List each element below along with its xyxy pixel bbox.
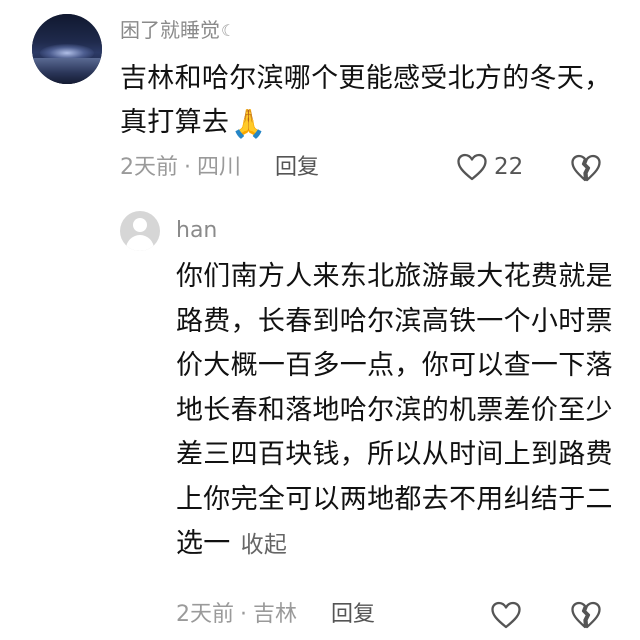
reply-reply-button[interactable]: 回复: [331, 602, 375, 627]
like-count: 22: [494, 154, 524, 180]
like-button[interactable]: 22: [456, 152, 523, 182]
comment-time: 2天前: [120, 155, 178, 180]
reply-like-button[interactable]: [490, 600, 522, 634]
comment-thread: 困了就睡觉☾ 吉林和哈尔滨哪个更能感受北方的冬天，真打算去🙏 2天前 · 四川 回复 …: [0, 0, 640, 640]
reply-meta: 2天前 · 吉林 回复: [176, 600, 375, 630]
avatar[interactable]: [32, 14, 102, 84]
reply-text: 你们南方人来东北旅游最大花费就是路费，长春到哈尔滨高铁一个小时票价大概一百多一点…: [176, 255, 626, 568]
reply-username[interactable]: han: [176, 217, 217, 245]
reply-location: 吉林: [253, 602, 298, 627]
separator-dot: ·: [240, 602, 247, 627]
comment-location: 四川: [197, 155, 242, 180]
reply-avatar[interactable]: [120, 211, 160, 251]
comment-text: 吉林和哈尔滨哪个更能感受北方的冬天，真打算去🙏: [120, 57, 630, 145]
comment-meta: 2天前 · 四川 回复: [120, 153, 319, 183]
avatar-ground: [32, 58, 102, 84]
dislike-button[interactable]: [570, 153, 602, 187]
praying-hands-icon: 🙏: [231, 107, 267, 140]
comment-body: 吉林和哈尔滨哪个更能感受北方的冬天，真打算去: [120, 63, 612, 138]
default-avatar-body: [126, 235, 154, 251]
reply-button[interactable]: 回复: [275, 155, 319, 180]
heart-outline-icon: [457, 153, 487, 181]
reply-dislike-button[interactable]: [570, 600, 602, 634]
broken-heart-icon: [571, 601, 601, 629]
username-text: 困了就睡觉: [120, 18, 220, 42]
crescent-moon-icon: ☾: [221, 21, 236, 40]
reply-body: 你们南方人来东北旅游最大花费就是路费，长春到哈尔滨高铁一个小时票价大概一百多一点…: [176, 261, 613, 559]
default-avatar-head: [133, 218, 147, 232]
heart-outline-icon: [491, 601, 521, 629]
broken-heart-icon: [571, 154, 601, 182]
reply-time: 2天前: [176, 602, 234, 627]
username[interactable]: 困了就睡觉☾: [120, 17, 235, 44]
separator-dot: ·: [184, 155, 191, 180]
collapse-button[interactable]: 收起: [241, 532, 288, 558]
